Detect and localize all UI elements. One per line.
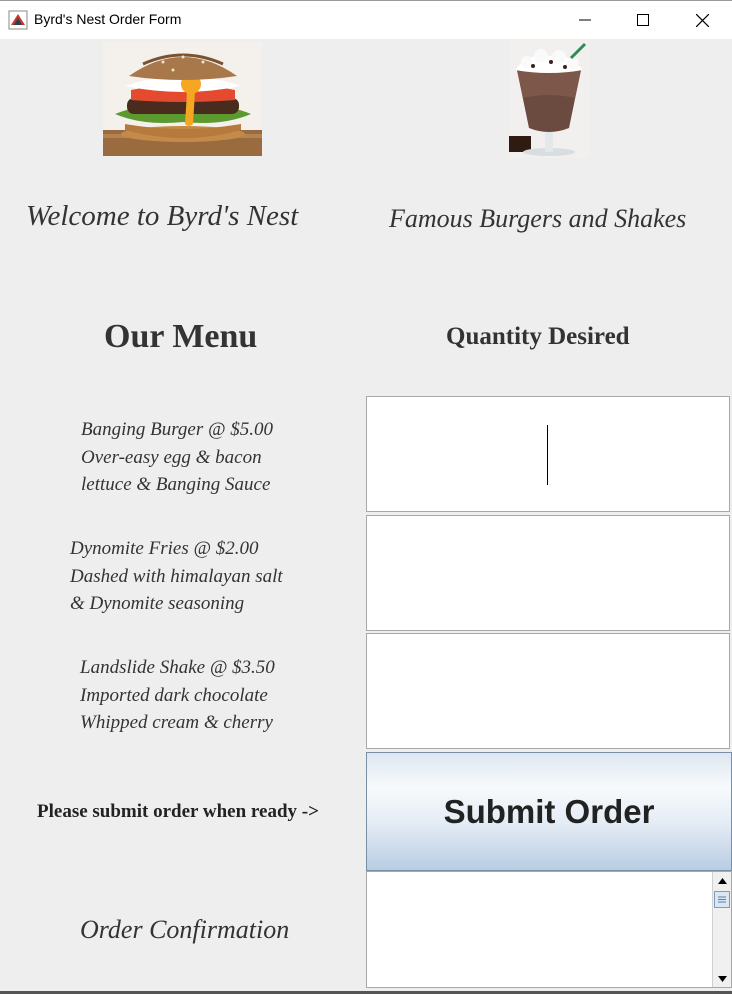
menu-item-title: Banging Burger @ $5.00: [81, 419, 273, 440]
close-icon: [695, 13, 709, 27]
menu-item-description: Dashed with himalayan salt: [70, 565, 283, 587]
scroll-thumb[interactable]: [714, 891, 730, 908]
menu-item-description: Over-easy egg & bacon: [81, 446, 262, 468]
fries-quantity-field[interactable]: [366, 515, 730, 631]
submit-prompt: Please submit order when ready ->: [37, 801, 319, 822]
menu-item-title: Dynomite Fries @ $2.00: [70, 538, 259, 559]
menu-item-fries: Dynomite Fries @ $2.00 Dashed with himal…: [70, 535, 283, 618]
submit-order-button[interactable]: Submit Order: [366, 752, 732, 871]
order-confirmation-label: Order Confirmation: [80, 915, 290, 944]
shake-image: [509, 40, 589, 158]
menu-item-description: Whipped cream & cherry: [80, 712, 273, 733]
shake-quantity-field[interactable]: [366, 633, 730, 749]
menu-heading: Our Menu: [104, 318, 258, 355]
menu-item-burger: Banging Burger @ $5.00 Over-easy egg & b…: [81, 416, 273, 499]
grip-icon: [718, 896, 726, 903]
close-button[interactable]: [679, 1, 725, 39]
menu-item-description: lettuce & Banging Sauce: [81, 474, 271, 495]
menu-item-description: & Dynomite seasoning: [70, 593, 245, 614]
order-confirmation-area[interactable]: [366, 871, 732, 988]
maximize-icon: [637, 14, 649, 26]
maximize-button[interactable]: [620, 1, 666, 39]
welcome-text: Welcome to Byrd's Nest: [26, 200, 299, 232]
quantity-heading: Quantity Desired: [446, 323, 630, 350]
title-bar: Byrd's Nest Order Form: [0, 0, 732, 39]
java-app-icon: [8, 10, 28, 30]
arrow-up-icon: [717, 877, 727, 884]
vertical-scrollbar[interactable]: [712, 872, 731, 987]
minimize-button[interactable]: [562, 1, 608, 39]
menu-item-description: Imported dark chocolate: [80, 684, 268, 706]
menu-item-shake: Landslide Shake @ $3.50 Imported dark ch…: [80, 654, 275, 737]
arrow-down-icon: [717, 975, 727, 982]
menu-item-title: Landslide Shake @ $3.50: [80, 657, 275, 678]
tagline-text: Famous Burgers and Shakes: [389, 204, 687, 233]
text-caret: [547, 425, 548, 485]
minimize-icon: [579, 19, 591, 21]
burger-quantity-field[interactable]: [366, 396, 730, 512]
scroll-down-button[interactable]: [713, 970, 731, 987]
window-title: Byrd's Nest Order Form: [34, 11, 182, 27]
scroll-up-button[interactable]: [713, 872, 731, 889]
burger-image: [103, 42, 262, 156]
